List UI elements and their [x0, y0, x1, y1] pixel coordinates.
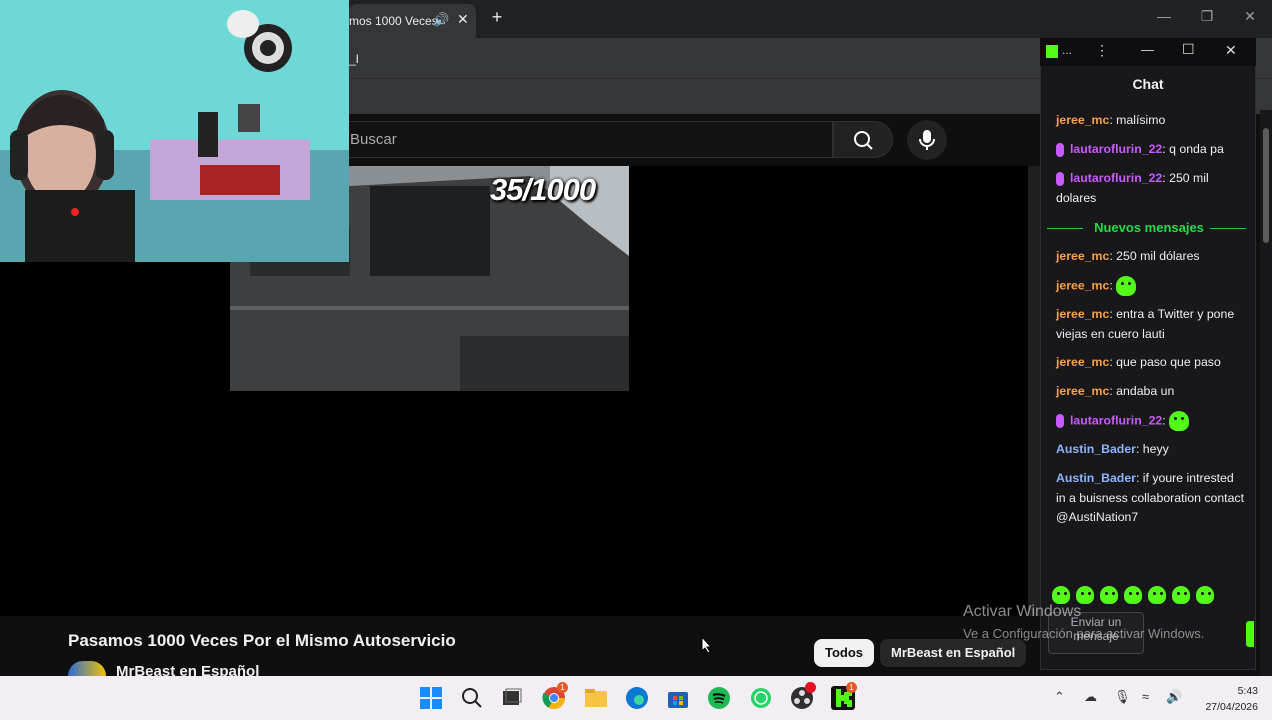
kick-logo-icon	[1046, 45, 1058, 58]
address-text[interactable]: _I	[349, 52, 359, 66]
window-title: ...	[1062, 43, 1073, 57]
chat-username[interactable]: lautaroflurin_22	[1070, 413, 1162, 427]
emote-icon[interactable]	[1172, 586, 1190, 604]
emote-icon[interactable]	[1052, 586, 1070, 604]
speaker-icon[interactable]: 🔊	[433, 12, 449, 28]
chat-message: jeree_mc: que paso que paso	[1056, 353, 1246, 373]
taskbar-clock[interactable]: 5:43 27/04/2026	[1196, 683, 1258, 715]
emote-icon[interactable]	[1100, 586, 1118, 604]
chat-message: jeree_mc: entra a Twitter y pone viejas …	[1056, 305, 1246, 344]
network-settings-icon[interactable]: ☁	[1084, 689, 1097, 705]
kick-icon[interactable]: 1	[831, 682, 857, 710]
chat-text: :	[1109, 278, 1113, 293]
chat-message: jeree_mc: 250 mil dólares	[1056, 247, 1246, 267]
chat-message: jeree_mc: andaba un	[1056, 382, 1246, 402]
windows-activation-subtext: Ve a Configuración para activar Windows.	[963, 626, 1205, 641]
chat-username[interactable]: jeree_mc	[1056, 384, 1109, 398]
chat-message: lautaroflurin_22: q onda pa	[1056, 140, 1246, 160]
chat-text: : andaba un	[1109, 384, 1175, 398]
chat-message: lautaroflurin_22: 250 mil dolares	[1056, 169, 1246, 208]
chat-username[interactable]: jeree_mc	[1056, 249, 1109, 263]
chat-username[interactable]: Austin_Bader	[1056, 471, 1136, 485]
chrome-icon[interactable]: 1	[542, 682, 568, 710]
chat-username[interactable]: jeree_mc	[1056, 355, 1109, 369]
mouse-cursor-icon	[701, 636, 713, 654]
close-chat-icon[interactable]: ✕	[1225, 42, 1237, 59]
chat-message-list: jeree_mc: malísimo lautaroflurin_22: q o…	[1047, 110, 1251, 580]
chat-username[interactable]: lautaroflurin_22	[1070, 142, 1162, 156]
close-tab-icon[interactable]: ✕	[457, 11, 469, 28]
chat-text: : 250 mil dólares	[1109, 249, 1200, 263]
minimize-icon[interactable]: —	[1154, 8, 1174, 24]
browser-tab[interactable]: mos 1000 Veces 🔊 ✕	[349, 4, 476, 38]
chat-message: jeree_mc: malísimo	[1056, 111, 1246, 131]
search-icon	[854, 131, 873, 150]
microsoft-store-icon[interactable]	[666, 686, 690, 710]
obs-icon[interactable]	[790, 682, 816, 710]
search-button[interactable]	[833, 121, 893, 158]
mic-badge-icon	[1056, 171, 1064, 186]
spotify-icon[interactable]	[707, 686, 731, 710]
chat-message: jeree_mc:	[1056, 276, 1246, 296]
chat-text: : q onda pa	[1162, 142, 1224, 156]
minimize-chat-icon[interactable]: —	[1141, 42, 1154, 57]
send-button[interactable]	[1246, 621, 1254, 647]
clock-time: 5:43	[1237, 685, 1258, 697]
chat-message: Austin_Bader: heyy	[1056, 440, 1246, 460]
mic-badge-icon	[1056, 142, 1064, 157]
chat-text: : heyy	[1135, 442, 1169, 456]
chat-username[interactable]: lautaroflurin_22	[1070, 171, 1162, 185]
mic-badge-icon	[1056, 414, 1064, 428]
chat-message: lautaroflurin_22:	[1056, 411, 1246, 431]
chat-scrollbar-thumb[interactable]	[1263, 128, 1269, 243]
chat-username[interactable]: jeree_mc	[1056, 278, 1109, 292]
close-window-icon[interactable]: ✕	[1240, 8, 1260, 25]
webcam-image	[0, 0, 349, 262]
chat-username[interactable]: Austin_Bader	[1056, 442, 1136, 456]
emote-icon[interactable]	[1196, 586, 1214, 604]
chat-username[interactable]: jeree_mc	[1056, 307, 1109, 321]
emote-icon	[1116, 276, 1137, 296]
new-messages-divider: Nuevos mensajes	[1047, 218, 1251, 238]
clock-date: 27/04/2026	[1205, 701, 1258, 713]
chat-title: Chat	[1132, 76, 1164, 92]
windows-activation-watermark: Activar Windows	[963, 603, 1082, 620]
chevron-up-icon[interactable]: ⌃	[1054, 689, 1065, 705]
task-view-icon[interactable]	[500, 686, 524, 710]
search-input[interactable]: Buscar	[335, 121, 833, 158]
chat-window-titlebar: ... ⋮ — ☐ ✕	[1040, 38, 1256, 66]
file-explorer-icon[interactable]	[584, 686, 608, 710]
tab-title: mos 1000 Veces	[349, 14, 438, 28]
restore-icon[interactable]: ❐	[1197, 8, 1217, 25]
emote-icon[interactable]	[1148, 586, 1166, 604]
microphone-icon	[919, 130, 935, 150]
emote-icon	[1169, 411, 1190, 431]
microphone-tray-icon[interactable]: 🎙	[1114, 689, 1131, 705]
emote-icon[interactable]	[1124, 586, 1142, 604]
new-tab-button[interactable]: +	[488, 7, 506, 28]
voice-search-button[interactable]	[907, 120, 947, 160]
maximize-chat-icon[interactable]: ☐	[1182, 41, 1195, 58]
chat-message: Austin_Bader: if youre intrested in a bu…	[1056, 469, 1246, 528]
chip-todos[interactable]: Todos	[814, 639, 875, 667]
chip-channel[interactable]: MrBeast en Español	[880, 639, 1027, 667]
channel-avatar[interactable]	[68, 661, 106, 676]
chat-text: : malísimo	[1109, 113, 1166, 127]
more-options-icon[interactable]: ⋮	[1095, 42, 1109, 59]
chat-username[interactable]: jeree_mc	[1056, 113, 1109, 127]
chat-text: : que paso que paso	[1109, 355, 1221, 369]
whatsapp-icon[interactable]	[749, 686, 773, 710]
edge-icon[interactable]	[625, 686, 649, 710]
volume-icon[interactable]: 🔊	[1166, 689, 1182, 705]
video-counter-overlay: 35/1000	[490, 172, 596, 207]
webcam-overlay	[0, 0, 349, 262]
video-title: Pasamos 1000 Veces Por el Mismo Autoserv…	[68, 631, 456, 650]
windows-start-icon[interactable]	[419, 686, 443, 710]
chat-text: :	[1162, 413, 1166, 428]
wifi-icon[interactable]: ≈	[1142, 689, 1149, 704]
search-icon[interactable]	[460, 686, 484, 710]
page-scrollbar[interactable]	[1028, 166, 1040, 616]
emote-icon[interactable]	[1076, 586, 1094, 604]
